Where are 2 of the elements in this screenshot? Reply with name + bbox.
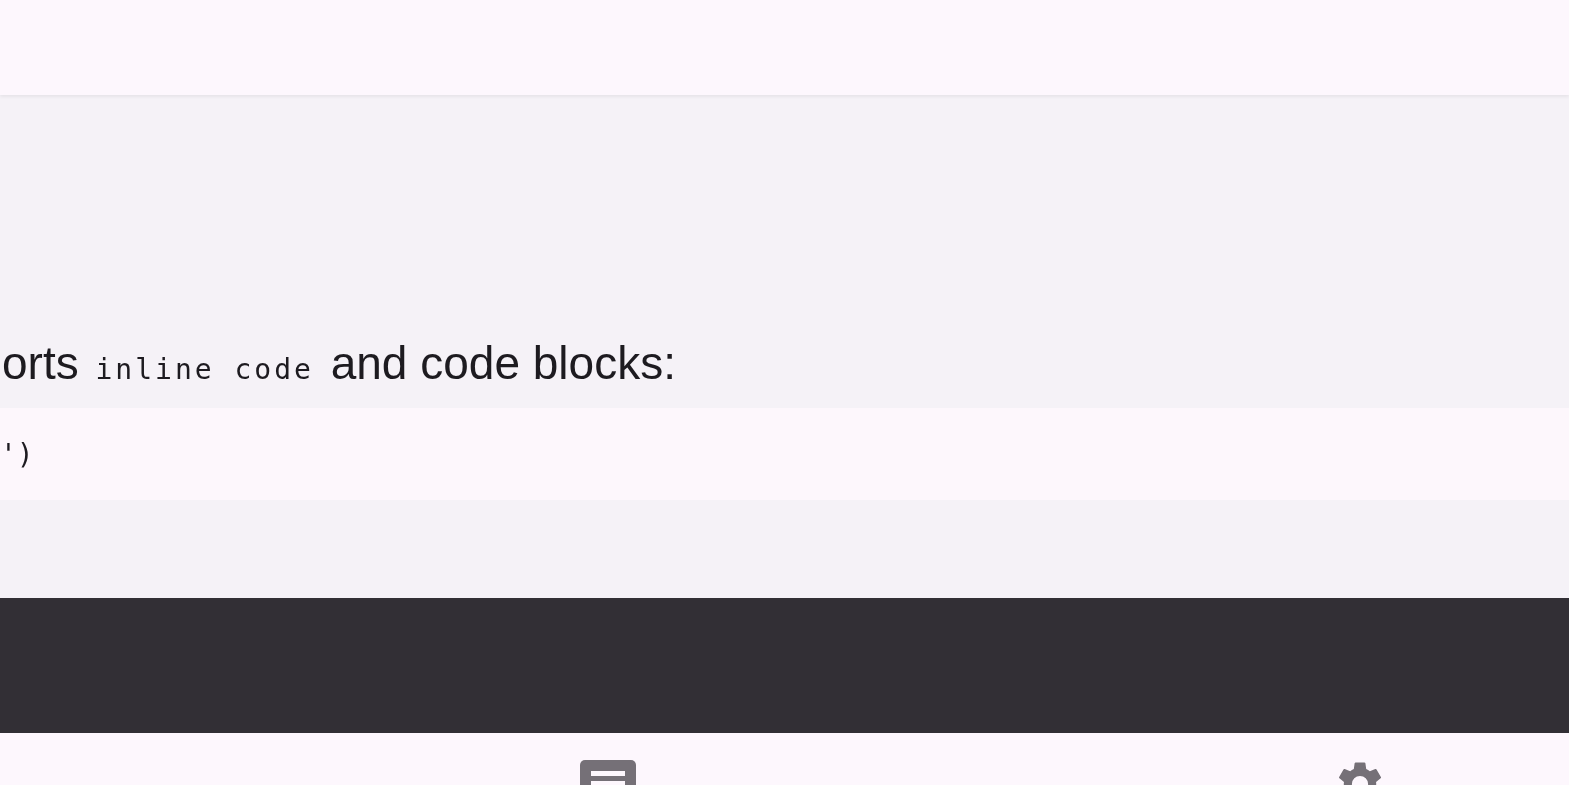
code-line: ') — [0, 437, 34, 471]
message-text: orts inline code and code blocks: — [2, 336, 677, 392]
